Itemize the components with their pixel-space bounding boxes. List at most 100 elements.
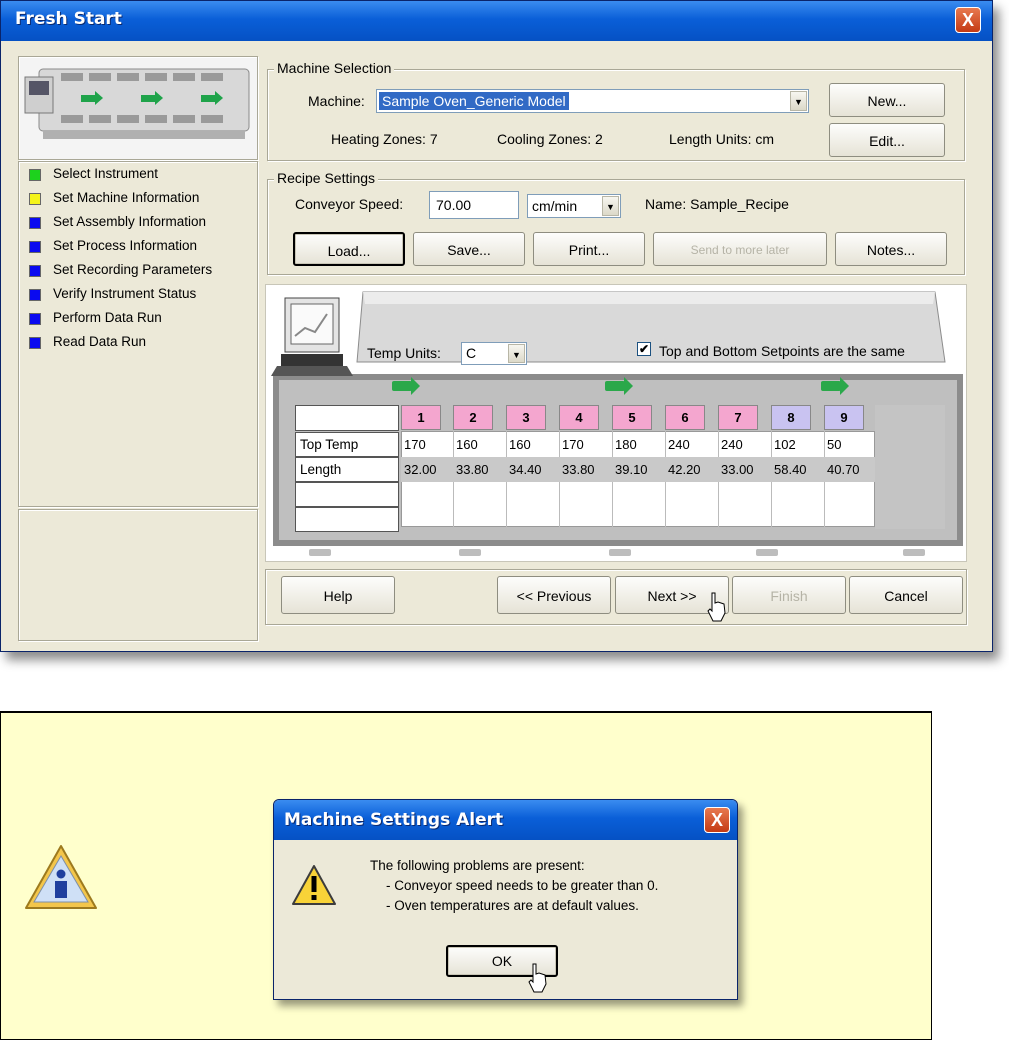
machine-settings-alert-dialog: Machine Settings Alert X The following p… — [273, 799, 738, 1000]
machine-select-value: Sample Oven_Generic Model — [379, 92, 569, 110]
row-header-length: Length — [295, 457, 399, 482]
row-header-top-temp: Top Temp — [295, 432, 399, 457]
alert-title: Machine Settings Alert — [284, 810, 504, 830]
oven-image — [18, 56, 258, 160]
conveyor-speed-label: Conveyor Speed: — [295, 196, 404, 212]
step-label: Set Recording Parameters — [53, 262, 213, 277]
temp-units-value: C — [466, 345, 477, 361]
flow-arrow-icon — [821, 377, 849, 395]
top-temp-cell[interactable]: 180 — [612, 432, 637, 457]
zone-header: 9 — [824, 405, 864, 430]
alert-message-line-1: The following problems are present: — [370, 858, 585, 873]
hand-cursor-icon — [528, 963, 547, 993]
length-cell[interactable]: 42.20 — [665, 457, 701, 482]
length-units-text: Length Units: cm — [669, 131, 775, 147]
edit-machine-button[interactable]: Edit... — [829, 123, 945, 157]
zone-header: 1 — [401, 405, 441, 430]
step-label: Set Assembly Information — [53, 214, 207, 229]
step-label: Read Data Run — [53, 334, 147, 349]
length-cell[interactable]: 33.00 — [718, 457, 754, 482]
chevron-down-icon[interactable]: ▼ — [508, 344, 525, 363]
help-button[interactable]: Help — [281, 576, 395, 614]
sidebar-footer-panel — [18, 509, 258, 641]
machine-select[interactable]: Sample Oven_Generic Model ▼ — [376, 89, 809, 113]
zone-table-filler — [875, 405, 945, 529]
length-cell[interactable]: 58.40 — [771, 457, 807, 482]
flow-arrow-icon — [392, 377, 420, 395]
zone-header: 5 — [612, 405, 652, 430]
temp-units-select[interactable]: C ▼ — [461, 342, 527, 365]
cancel-button[interactable]: Cancel — [849, 576, 963, 614]
previous-button[interactable]: << Previous — [497, 576, 611, 614]
alert-message-line-3: - Oven temperatures are at default value… — [386, 898, 639, 913]
zone-header: 8 — [771, 405, 811, 430]
hand-cursor-icon — [707, 592, 726, 622]
load-recipe-button[interactable]: Load... — [293, 232, 405, 266]
info-warning-icon — [25, 845, 97, 909]
alert-title-bar: Machine Settings Alert X — [274, 800, 737, 840]
recipe-name-text: Name: Sample_Recipe — [645, 196, 789, 212]
status-square — [29, 217, 41, 229]
status-square — [29, 241, 41, 253]
speed-units-value: cm/min — [532, 198, 578, 214]
cooling-zones-text: Cooling Zones: 2 — [497, 131, 603, 147]
send-recipe-button[interactable]: Send to more later — [653, 232, 827, 266]
status-square — [29, 169, 41, 181]
reflow-oven-icon — [24, 68, 250, 139]
status-square — [29, 193, 41, 205]
zone-table-corner — [295, 405, 399, 431]
top-temp-cell[interactable]: 170 — [401, 432, 426, 457]
step-label: Set Process Information — [53, 238, 198, 253]
same-setpoints-label: Top and Bottom Setpoints are the same — [659, 343, 905, 359]
length-cell[interactable]: 39.10 — [612, 457, 648, 482]
print-recipe-button[interactable]: Print... — [533, 232, 645, 266]
top-temp-cell[interactable]: 160 — [453, 432, 478, 457]
step-label: Set Machine Information — [53, 190, 200, 205]
flow-arrow-icon — [605, 377, 633, 395]
alert-close-button[interactable]: X — [704, 807, 730, 833]
step-label: Perform Data Run — [53, 310, 162, 325]
zone-header: 6 — [665, 405, 705, 430]
oven-foot — [459, 549, 481, 556]
step-label: Select Instrument — [53, 166, 159, 181]
close-button[interactable]: X — [955, 7, 981, 33]
finish-button[interactable]: Finish — [732, 576, 846, 614]
top-temp-cell[interactable]: 50 — [824, 432, 841, 457]
top-temp-cell[interactable]: 170 — [559, 432, 584, 457]
status-square — [29, 289, 41, 301]
recipe-settings-label: Recipe Settings — [274, 170, 379, 186]
fresh-start-window: Fresh Start X Select Instrument Set Mach… — [0, 0, 993, 652]
length-cell[interactable]: 40.70 — [824, 457, 860, 482]
save-recipe-button[interactable]: Save... — [413, 232, 525, 266]
title-bar: Fresh Start X — [1, 1, 992, 41]
oven-foot — [609, 549, 631, 556]
top-temp-cell[interactable]: 240 — [718, 432, 743, 457]
oven-foot — [903, 549, 925, 556]
new-machine-button[interactable]: New... — [829, 83, 945, 117]
status-square — [29, 337, 41, 349]
length-cell[interactable]: 32.00 — [401, 457, 437, 482]
oven-foot — [309, 549, 331, 556]
conveyor-speed-input[interactable] — [429, 191, 519, 219]
status-square — [29, 265, 41, 277]
step-label: Verify Instrument Status — [53, 286, 197, 301]
top-temp-cell[interactable]: 240 — [665, 432, 690, 457]
zone-header: 2 — [453, 405, 493, 430]
top-temp-cell[interactable]: 102 — [771, 432, 796, 457]
speed-units-select[interactable]: cm/min ▼ — [527, 194, 621, 218]
chevron-down-icon[interactable]: ▼ — [790, 91, 807, 111]
oven-foot — [756, 549, 778, 556]
length-cell[interactable]: 33.80 — [453, 457, 489, 482]
same-setpoints-checkbox[interactable]: ✔ — [637, 342, 651, 356]
machine-label: Machine: — [308, 93, 365, 109]
status-square — [29, 313, 41, 325]
window-title: Fresh Start — [15, 9, 122, 29]
row-header-empty — [295, 482, 399, 507]
length-cell[interactable]: 33.80 — [559, 457, 595, 482]
top-temp-cell[interactable]: 160 — [506, 432, 531, 457]
row-header-empty — [295, 507, 399, 532]
length-cell[interactable]: 34.40 — [506, 457, 542, 482]
alert-message-line-2: - Conveyor speed needs to be greater tha… — [386, 878, 659, 893]
notes-button[interactable]: Notes... — [835, 232, 947, 266]
chevron-down-icon[interactable]: ▼ — [602, 196, 619, 216]
